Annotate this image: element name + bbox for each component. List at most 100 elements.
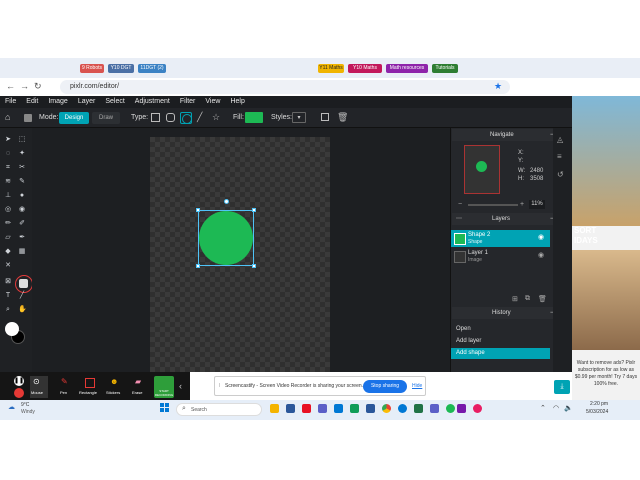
lasso-tool-icon[interactable]: ◌ — [4, 150, 12, 158]
chrome-icon[interactable] — [382, 404, 391, 413]
fill-tool-icon[interactable]: ◆ — [4, 248, 12, 256]
bookmark-1[interactable]: Y10 DGT — [108, 64, 134, 73]
brush-tool-icon[interactable]: ✐ — [18, 220, 26, 228]
edge-icon[interactable] — [398, 404, 407, 413]
onenote-icon[interactable] — [457, 404, 466, 413]
app-icon-5[interactable] — [473, 404, 482, 413]
zoom-out-icon[interactable]: − — [458, 201, 462, 208]
bookmark-6[interactable]: Tutorials — [432, 64, 458, 73]
menu-filter[interactable]: Filter — [175, 96, 201, 108]
text-tool-icon[interactable]: T — [4, 292, 12, 300]
save-icon[interactable]: ⤓ — [554, 380, 570, 394]
arrange-tool-icon[interactable]: ➤ — [4, 136, 12, 144]
file-explorer-icon[interactable] — [270, 404, 279, 413]
bookmark-5[interactable]: Math resources — [386, 64, 428, 73]
zoom-slider[interactable] — [468, 204, 518, 206]
zoom-value[interactable]: 11% — [529, 200, 545, 209]
reload-icon[interactable]: ↻ — [34, 81, 42, 92]
tray-chevron-icon[interactable]: ⌃ — [540, 404, 546, 412]
history-toggle-icon[interactable]: ↺ — [557, 170, 564, 179]
stop-record-icon[interactable] — [14, 388, 24, 398]
weather-icon[interactable]: ☁ — [8, 403, 15, 411]
zoom-in-icon[interactable]: + — [520, 201, 524, 208]
stickers-tool[interactable]: ☻ Stickers — [105, 376, 125, 398]
menu-layer[interactable]: Layer — [73, 96, 101, 108]
collapse-toolbar-icon[interactable]: ‹ — [179, 381, 182, 391]
mouse-tool[interactable]: ⊙ Mouse — [30, 376, 48, 398]
heal-tool-icon[interactable]: ✎ — [18, 178, 26, 186]
styles-dropdown[interactable]: ▾ — [292, 112, 306, 123]
menu-edit[interactable]: Edit — [21, 96, 43, 108]
bookmark-4[interactable]: Y10 Maths — [348, 64, 382, 73]
menu-select[interactable]: Select — [100, 96, 129, 108]
eyedropper-tool-icon[interactable]: ✕ — [4, 262, 12, 270]
pause-icon[interactable]: ❚❚ — [14, 376, 24, 386]
color-replace-tool-icon[interactable]: ✒ — [18, 234, 26, 242]
menu-help[interactable]: Help — [225, 96, 249, 108]
fill-color-swatch[interactable] — [245, 112, 263, 123]
app-icon-4[interactable] — [430, 404, 439, 413]
forward-icon[interactable]: → — [20, 81, 29, 91]
clone-tool-icon[interactable]: ⊥ — [4, 192, 12, 200]
liquify-tool-icon[interactable]: ≋ — [4, 178, 12, 186]
windows-start-icon[interactable] — [160, 403, 170, 413]
dodge-tool-icon[interactable]: ◉ — [18, 206, 26, 214]
rounded-rectangle-type-icon[interactable] — [166, 113, 175, 122]
shape-tool-highlight[interactable] — [15, 275, 33, 293]
rectangle-type-icon[interactable] — [151, 113, 160, 122]
resize-handle-br[interactable] — [252, 264, 256, 268]
layer-row-shape2[interactable]: Shape 2 Shape ◉ — [451, 230, 550, 247]
outlook-icon[interactable] — [334, 404, 343, 413]
hand-tool-icon[interactable]: ✋ — [18, 306, 27, 314]
volume-icon[interactable]: 🔈 — [564, 404, 573, 412]
line-type-icon[interactable]: ╱ — [197, 112, 202, 123]
layer-visibility-icon[interactable]: ◉ — [538, 251, 544, 259]
history-item-add-shape[interactable]: Add shape — [451, 348, 550, 359]
history-item-add-layer[interactable]: Add layer — [451, 336, 550, 347]
crop-tool-icon[interactable]: ⌗ — [4, 164, 12, 172]
mode-draw-button[interactable]: Draw — [92, 112, 120, 124]
blur-tool-icon[interactable]: ● — [18, 192, 26, 200]
teams-icon[interactable] — [318, 404, 327, 413]
cut-tool-icon[interactable]: ✂ — [18, 164, 26, 172]
back-icon[interactable]: ← — [6, 81, 15, 91]
history-item-open[interactable]: Open — [451, 324, 550, 335]
menu-adjustment[interactable]: Adjustment — [130, 96, 175, 108]
spotify-icon[interactable] — [446, 404, 455, 413]
eraser-tool-icon[interactable]: ▱ — [4, 234, 12, 242]
navigator-toggle-icon[interactable]: ◬ — [557, 135, 563, 144]
zoom-tool-icon[interactable]: ⌕ — [4, 306, 12, 314]
foreground-color-swatch[interactable] — [5, 322, 19, 336]
rotate-handle[interactable] — [224, 199, 229, 204]
wifi-icon[interactable]: ◠ — [553, 404, 559, 412]
bookmark-3[interactable]: Y11 Maths — [318, 64, 344, 73]
app-icon-3[interactable] — [350, 404, 359, 413]
excel-icon[interactable] — [414, 404, 423, 413]
home-icon[interactable]: ⌂ — [5, 113, 10, 122]
menu-view[interactable]: View — [200, 96, 225, 108]
taskbar-search[interactable]: ⌕ Search — [176, 403, 262, 416]
star-type-icon[interactable]: ☆ — [212, 112, 220, 123]
grid-tool-icon[interactable]: ⊠ — [4, 278, 12, 286]
bookmark-star-icon[interactable]: ★ — [494, 81, 502, 92]
menu-image[interactable]: Image — [43, 96, 72, 108]
layer-visibility-icon[interactable]: ◉ — [538, 233, 544, 241]
bookmark-2[interactable]: 11DGT (2) — [138, 64, 166, 73]
stop-sharing-button[interactable]: Stop sharing — [363, 380, 407, 393]
draw-tool-icon[interactable]: ╱ — [18, 292, 26, 300]
app-icon-1[interactable] — [286, 404, 295, 413]
layer-row-layer1[interactable]: Layer 1 Image ◉ — [451, 248, 550, 265]
gradient-tool-icon[interactable]: ▦ — [18, 248, 26, 256]
pen-tool[interactable]: ✎ Pen — [56, 376, 74, 398]
layers-menu-icon[interactable]: ⋯ — [456, 213, 462, 225]
layers-toggle-icon[interactable]: ≡ — [557, 152, 562, 161]
url-field[interactable]: pixlr.com/editor/ — [60, 80, 510, 94]
green-circle-shape[interactable] — [199, 211, 253, 265]
marquee-tool-icon[interactable]: ⬚ — [18, 136, 26, 144]
add-layer-icon[interactable]: ⊞ — [512, 295, 518, 303]
hide-link[interactable]: Hide — [412, 383, 422, 389]
ellipse-type-button[interactable] — [180, 112, 192, 124]
erase-tool[interactable]: ▰ Erase — [130, 376, 148, 398]
resize-handle-tl[interactable] — [196, 208, 200, 212]
wand-tool-icon[interactable]: ✦ — [18, 150, 26, 158]
